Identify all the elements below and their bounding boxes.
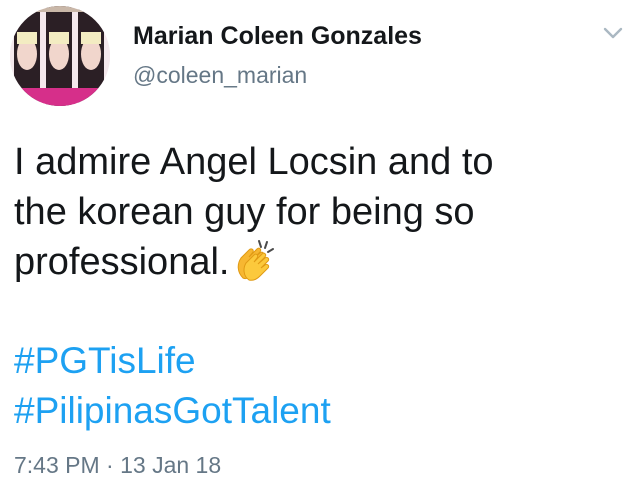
meta-separator: · [106, 452, 114, 478]
hashtag-link[interactable]: #PilipinasGotTalent [14, 386, 331, 436]
tweet-date: 13 Jan 18 [120, 452, 222, 478]
hashtag-link[interactable]: #PGTisLife [14, 336, 331, 386]
tweet-text-line: professional. [14, 237, 624, 287]
tweet-text-line: I admire Angel Locsin and to [14, 141, 494, 183]
hashtag-list: #PGTisLife #PilipinasGotTalent [14, 336, 331, 436]
chevron-down-icon[interactable] [601, 25, 625, 41]
tweet-time: 7:43 PM [14, 452, 100, 478]
tweet-card: Marian Coleen Gonzales @coleen_marian I … [0, 0, 640, 482]
tweet-text-fragment: professional. [14, 241, 230, 283]
avatar[interactable] [10, 6, 110, 106]
tweet-text-line: the korean guy for being so [14, 191, 475, 233]
avatar-image [10, 6, 110, 106]
tweet-text: I admire Angel Locsin and to the korean … [14, 137, 624, 287]
user-handle[interactable]: @coleen_marian [133, 62, 307, 89]
clapping-hands-icon [233, 238, 277, 282]
display-name[interactable]: Marian Coleen Gonzales [133, 22, 422, 51]
tweet-timestamp[interactable]: 7:43 PM · 13 Jan 18 [14, 452, 221, 479]
